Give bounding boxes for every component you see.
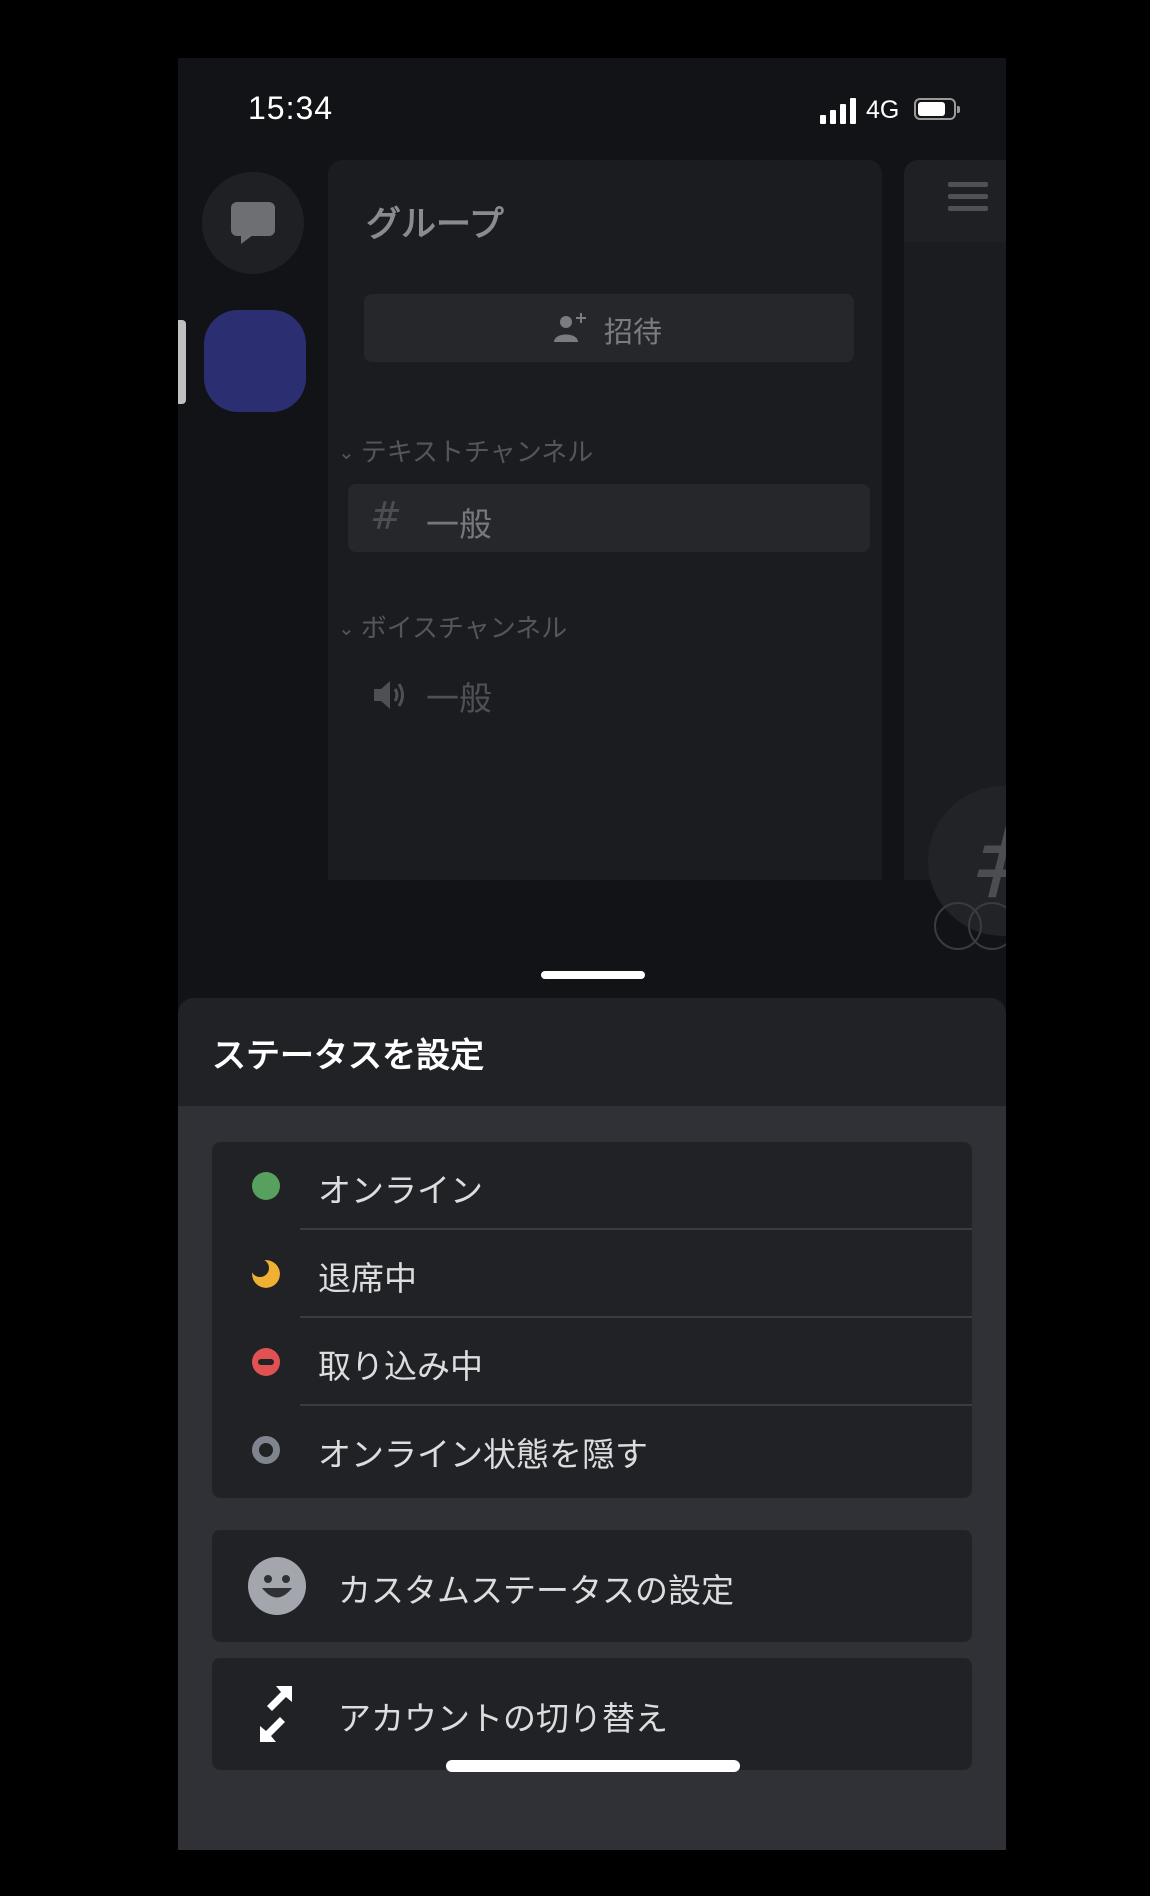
add-person-icon bbox=[554, 313, 586, 342]
status-option-online[interactable]: オンライン bbox=[212, 1142, 972, 1230]
status-option-invisible[interactable]: オンライン状態を隠す bbox=[212, 1406, 972, 1494]
chat-panel-peek[interactable]: # bbox=[904, 160, 1006, 950]
hamburger-menu-icon[interactable] bbox=[948, 182, 988, 218]
sheet-header: ステータスを設定 bbox=[178, 998, 1006, 1106]
channel-panel: グループ 招待 ⌄ テキストチャンネル # 一般 ⌄ ボイスチャンネル 一般 bbox=[328, 160, 882, 880]
phone-screen: 15:34 4G グループ 招待 ⌄ テキストチャンネル # 一般 ⌄ ボイスチ… bbox=[178, 58, 1006, 1850]
status-option-dnd[interactable]: 取り込み中 bbox=[212, 1318, 972, 1406]
moon-icon bbox=[252, 1260, 280, 1288]
battery-icon bbox=[914, 98, 960, 120]
invite-label: 招待 bbox=[604, 315, 663, 349]
status-sheet: ステータスを設定 オンライン 退席中 取り込み中 オンライン状態を隠す カスタム… bbox=[178, 998, 1006, 1850]
sheet-title: ステータスを設定 bbox=[212, 1036, 484, 1076]
smiley-icon bbox=[248, 1557, 306, 1615]
drag-handle[interactable] bbox=[541, 971, 645, 979]
guild-name[interactable]: グループ bbox=[366, 196, 504, 247]
chevron-down-icon: ⌄ bbox=[338, 616, 355, 640]
chat-header bbox=[904, 160, 1006, 242]
status-option-idle[interactable]: 退席中 bbox=[212, 1230, 972, 1318]
category-text-channels[interactable]: ⌄ テキストチャンネル bbox=[338, 432, 593, 469]
invite-button[interactable]: 招待 bbox=[364, 294, 854, 362]
hash-icon: # bbox=[370, 494, 402, 538]
category-voice-channels[interactable]: ⌄ ボイスチャンネル bbox=[338, 608, 567, 645]
online-status-icon bbox=[252, 1172, 280, 1200]
network-type: 4G bbox=[866, 96, 900, 124]
direct-messages-button[interactable] bbox=[202, 172, 304, 274]
speaker-icon bbox=[374, 681, 404, 709]
invisible-status-icon bbox=[252, 1436, 280, 1464]
status-options: オンライン 退席中 取り込み中 オンライン状態を隠す bbox=[212, 1142, 972, 1498]
switch-account-button[interactable]: アカウントの切り替え bbox=[212, 1658, 972, 1770]
status-bar: 15:34 4G bbox=[178, 58, 1006, 162]
server-selected-indicator bbox=[178, 320, 186, 404]
channel-name: 一般 bbox=[426, 679, 492, 718]
chat-bubble-icon bbox=[231, 202, 275, 244]
switch-account-icon bbox=[260, 1686, 292, 1742]
channel-name: 一般 bbox=[426, 505, 492, 544]
channel-item-general-voice[interactable]: 一般 bbox=[372, 672, 772, 732]
chevron-down-icon: ⌄ bbox=[338, 440, 355, 464]
channel-item-general-text[interactable]: # 一般 bbox=[348, 484, 870, 552]
clock: 15:34 bbox=[248, 90, 334, 126]
custom-status-button[interactable]: カスタムステータスの設定 bbox=[212, 1530, 972, 1642]
server-icon-group[interactable] bbox=[204, 310, 306, 412]
signal-icon bbox=[820, 98, 858, 124]
do-not-disturb-icon bbox=[252, 1348, 280, 1376]
home-indicator bbox=[446, 1760, 740, 1772]
